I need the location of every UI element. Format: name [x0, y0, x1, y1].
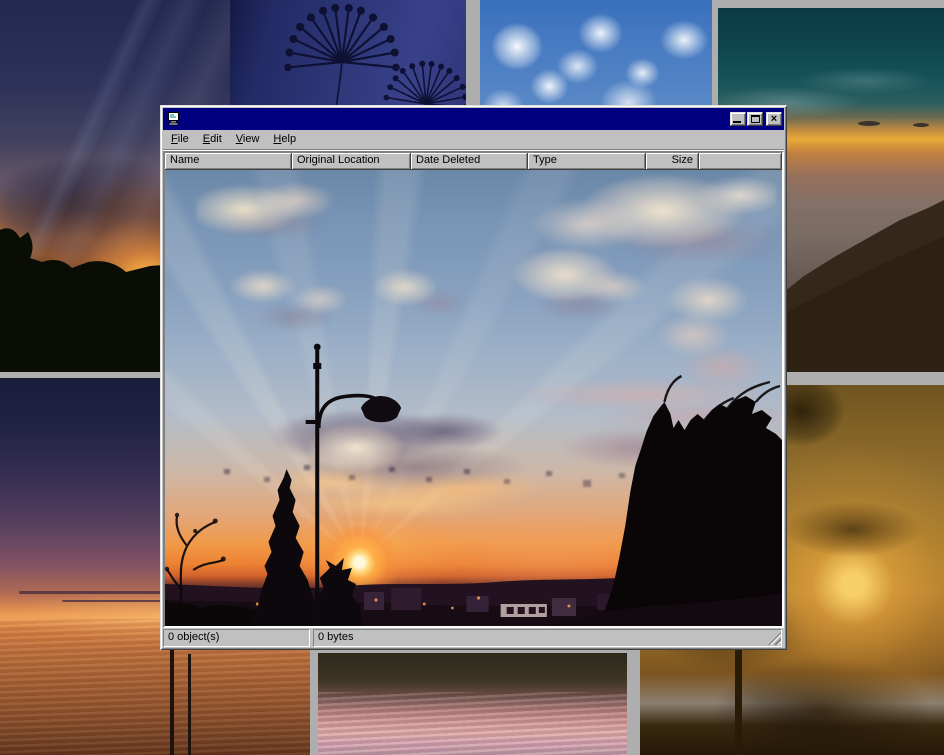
maximize-button[interactable]: [747, 112, 763, 126]
cypress-tree: [251, 469, 321, 626]
recycle-bin-window-icon: [166, 111, 182, 127]
cloud-streak: [19, 591, 180, 594]
menu-file[interactable]: File: [164, 131, 196, 148]
menu-view[interactable]: View: [229, 131, 267, 148]
column-header-row: NameOriginal LocationDate DeletedTypeSiz…: [165, 153, 782, 170]
column-header-original-location[interactable]: Original Location: [292, 153, 411, 170]
title-bar[interactable]: ×: [163, 108, 784, 130]
sunset-photo: [165, 170, 782, 626]
close-icon: ×: [771, 114, 777, 124]
status-bytes-panel: 0 bytes: [313, 629, 782, 647]
status-bytes-text: 0 bytes: [318, 631, 353, 643]
column-header-name[interactable]: Name: [165, 153, 292, 170]
sea-pole: [170, 640, 174, 755]
sea-pole: [188, 654, 191, 755]
close-button[interactable]: ×: [766, 112, 782, 126]
column-header-blank[interactable]: [699, 153, 782, 170]
menu-label-char: t: [219, 133, 222, 145]
maximize-icon: [751, 115, 760, 123]
menu-label-char: p: [290, 133, 296, 145]
menu-bar: FileEditViewHelp: [163, 130, 784, 149]
menu-label-char: e: [183, 133, 189, 145]
menu-label-char: E: [203, 133, 210, 145]
silhouette-layer: [165, 170, 782, 626]
menu-label-char: F: [171, 133, 178, 145]
minimize-button[interactable]: [730, 112, 746, 126]
wallpaper-tile-pink-ripple-water: [318, 653, 627, 755]
desktop: { "window": { "title": "", "icon": "recy…: [0, 0, 944, 755]
right-trees: [599, 396, 782, 626]
menu-label-char: V: [236, 133, 243, 145]
minimize-icon: [733, 121, 741, 123]
file-list-view[interactable]: NameOriginal LocationDate DeletedTypeSiz…: [163, 151, 784, 628]
menu-label-char: w: [251, 133, 259, 145]
menu-help[interactable]: Help: [266, 131, 303, 148]
column-header-size[interactable]: Size: [646, 153, 699, 170]
column-header-type[interactable]: Type: [528, 153, 646, 170]
water-ripples: [318, 692, 627, 755]
recycle-bin-window: × FileEditViewHelp NameOriginal Location…: [160, 105, 787, 650]
column-header-date-deleted[interactable]: Date Deleted: [411, 153, 528, 170]
status-objects-text: 0 object(s): [168, 631, 219, 643]
status-bar: 0 object(s) 0 bytes: [163, 629, 784, 647]
menu-edit[interactable]: Edit: [196, 131, 229, 148]
status-objects-panel: 0 object(s): [163, 629, 310, 647]
pole-silhouette: [735, 648, 742, 755]
